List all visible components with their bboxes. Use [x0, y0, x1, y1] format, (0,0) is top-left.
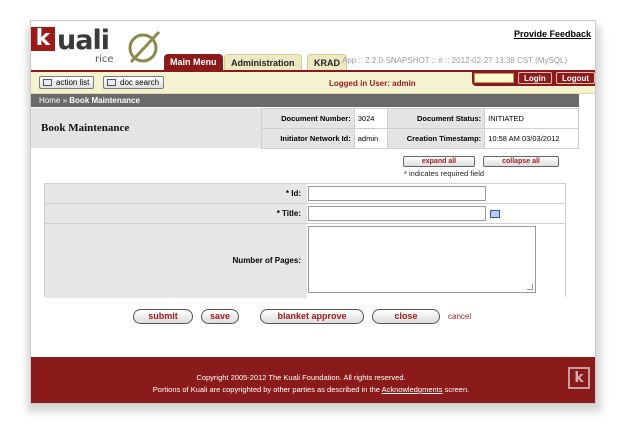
cancel-link[interactable]: cancel [448, 312, 471, 321]
credits-suffix: screen. [444, 385, 470, 394]
breadcrumb-separator: » [62, 96, 68, 105]
rice-leaf-icon [128, 30, 161, 64]
doc-number-value: 3024 [353, 108, 388, 129]
timestamp-label: Creation Timestamp: [386, 128, 486, 149]
title-field-cell [307, 204, 565, 224]
provide-feedback-link[interactable]: Provide Feedback [514, 29, 591, 39]
save-button[interactable]: save [201, 309, 239, 324]
footer-kuali-icon: k [568, 367, 590, 389]
login-button[interactable]: Login [518, 72, 552, 84]
initiator-label: Initiator Network Id: [261, 128, 355, 149]
document-title-cell: Book Maintenance [31, 108, 261, 148]
copyright-text: Copyright 2005-2012 The Kuali Foundation… [196, 373, 406, 382]
timestamp-value: 10:58 AM 03/03/2012 [484, 128, 579, 149]
acknowledgments-link[interactable]: Acknowledgments [382, 385, 443, 394]
logo-k-mark: k [31, 27, 55, 51]
doc-search-label: doc search [120, 78, 160, 87]
footer: Copyright 2005-2012 The Kuali Foundation… [31, 357, 595, 403]
logo-wordmark: uali [57, 25, 110, 56]
id-field-cell [307, 184, 565, 204]
document-info-table: Document Number: 3024 Document Status: I… [261, 108, 579, 149]
list-icon [43, 79, 52, 86]
lookup-icon[interactable] [490, 210, 500, 218]
kuali-rice-logo: k uali rice [31, 25, 171, 75]
id-label: * Id: [45, 184, 307, 204]
tab-main-menu[interactable]: Main Menu [164, 54, 223, 70]
required-field-note: * indicates required field [404, 169, 485, 178]
footer-credits: Portions of Kuali are copyrighted by oth… [31, 385, 591, 394]
initiator-value: admin [353, 128, 388, 149]
submit-button[interactable]: submit [133, 309, 193, 324]
title-input[interactable] [308, 206, 486, 221]
id-input[interactable] [308, 186, 486, 201]
book-form: * Id: * Title: Number of Pages: [44, 183, 566, 298]
pages-textarea[interactable] [308, 226, 536, 293]
pages-label: Number of Pages: [45, 224, 307, 298]
tab-administration[interactable]: Administration [224, 54, 302, 70]
collapse-all-button[interactable]: collapse all [483, 156, 559, 167]
app-window: k uali rice Provide Feedback Main Menu A… [30, 20, 596, 404]
doc-status-label: Document Status: [386, 108, 486, 129]
logo-subtitle: rice [95, 54, 114, 65]
logged-in-user: Logged in User: admin [329, 79, 416, 88]
blanket-approve-button[interactable]: blanket approve [260, 309, 364, 324]
search-icon [107, 79, 116, 86]
logout-button[interactable]: Logout [556, 72, 595, 84]
action-list-button[interactable]: action list [39, 76, 95, 89]
breadcrumb-home[interactable]: Home [39, 96, 60, 105]
doc-number-label: Document Number: [261, 108, 355, 129]
page-title: Book Maintenance [41, 122, 130, 134]
expand-all-button[interactable]: expand all [403, 156, 475, 167]
close-button[interactable]: close [372, 309, 440, 324]
tab-krad[interactable]: KRAD [307, 54, 347, 70]
login-user-input[interactable] [474, 73, 514, 83]
credits-prefix: Portions of Kuali are copyrighted by oth… [152, 385, 380, 394]
action-list-label: action list [56, 78, 90, 87]
breadcrumb: Home » Book Maintenance [31, 94, 579, 107]
breadcrumb-current: Book Maintenance [69, 96, 140, 105]
version-info: App :: 2.2.0-SNAPSHOT :: # :: 2012-02-27… [342, 56, 568, 65]
pages-field-cell [307, 224, 565, 298]
title-label: * Title: [45, 204, 307, 224]
doc-status-value: INITIATED [484, 108, 579, 129]
doc-search-button[interactable]: doc search [103, 76, 165, 89]
